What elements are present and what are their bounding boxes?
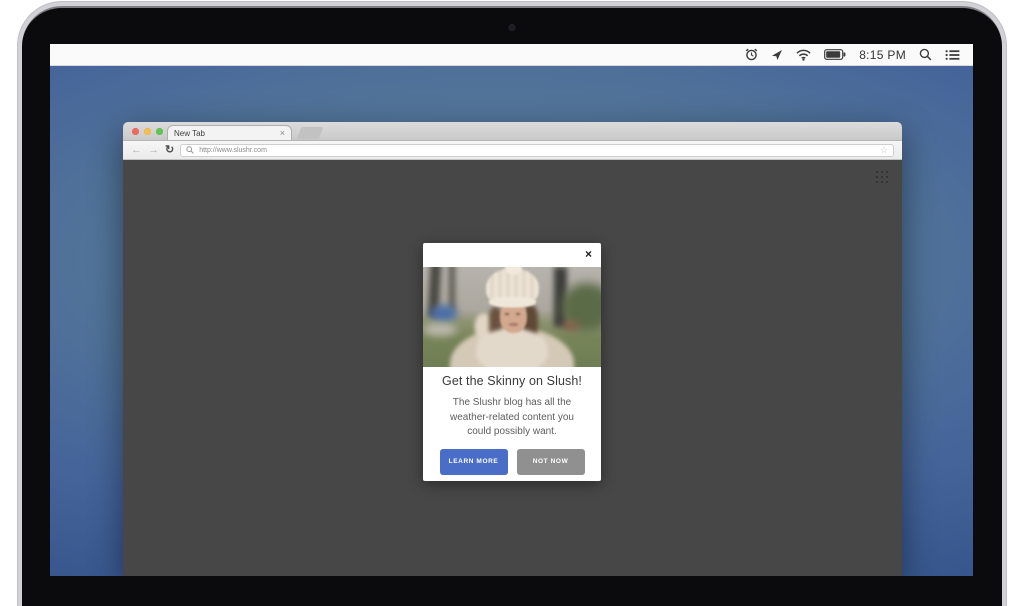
laptop-screen: 8:15 PM [50,44,973,576]
browser-tab-bar: New Tab × [123,122,902,141]
modal-header: × [423,243,601,267]
reload-icon[interactable]: ↻ [165,145,174,156]
modal-close-icon[interactable]: × [585,248,592,260]
tab-close-icon[interactable]: × [280,129,285,138]
modal-photo-woman-winter [423,267,601,367]
window-controls [132,128,163,135]
zoom-window-button[interactable] [156,128,163,135]
wifi-icon[interactable] [796,49,811,61]
new-tab-button[interactable] [297,127,324,139]
forward-icon[interactable]: → [148,145,159,156]
modal-title: Get the Skinny on Slush! [423,374,601,388]
apps-grid-icon[interactable] [876,171,890,185]
tab-new-tab[interactable]: New Tab × [167,125,292,140]
url-text: http://www.slushr.com [199,147,875,154]
not-now-button[interactable]: NOT NOW [517,449,585,475]
close-window-button[interactable] [132,128,139,135]
alarm-clock-icon[interactable] [745,48,758,61]
bookmark-star-icon[interactable]: ☆ [880,146,888,155]
browser-window: New Tab × ← → ↻ http://www.slushr.co [123,122,902,576]
webcam-dot [509,24,516,31]
minimize-window-button[interactable] [144,128,151,135]
back-icon[interactable]: ← [131,145,142,156]
modal-button-row: LEARN MORE NOT NOW [423,449,601,475]
search-icon [186,141,194,159]
webpage-content: × [123,160,902,576]
desktop-wallpaper: New Tab × ← → ↻ http://www.slushr.co [50,66,973,576]
modal-body-text: The Slushr blog has all the weather-rela… [423,396,601,440]
learn-more-button[interactable]: LEARN MORE [440,449,508,475]
promo-modal: × [423,243,601,481]
browser-toolbar: ← → ↻ http://www.slushr.com ☆ [123,141,902,160]
notification-center-icon[interactable] [945,49,960,61]
tab-title: New Tab [174,129,280,138]
menu-bar-clock[interactable]: 8:15 PM [859,48,906,62]
spotlight-search-icon[interactable] [919,48,932,61]
battery-icon[interactable] [824,49,846,60]
location-arrow-icon[interactable] [771,49,783,61]
macos-menu-bar: 8:15 PM [50,44,973,66]
address-bar[interactable]: http://www.slushr.com ☆ [180,144,894,157]
